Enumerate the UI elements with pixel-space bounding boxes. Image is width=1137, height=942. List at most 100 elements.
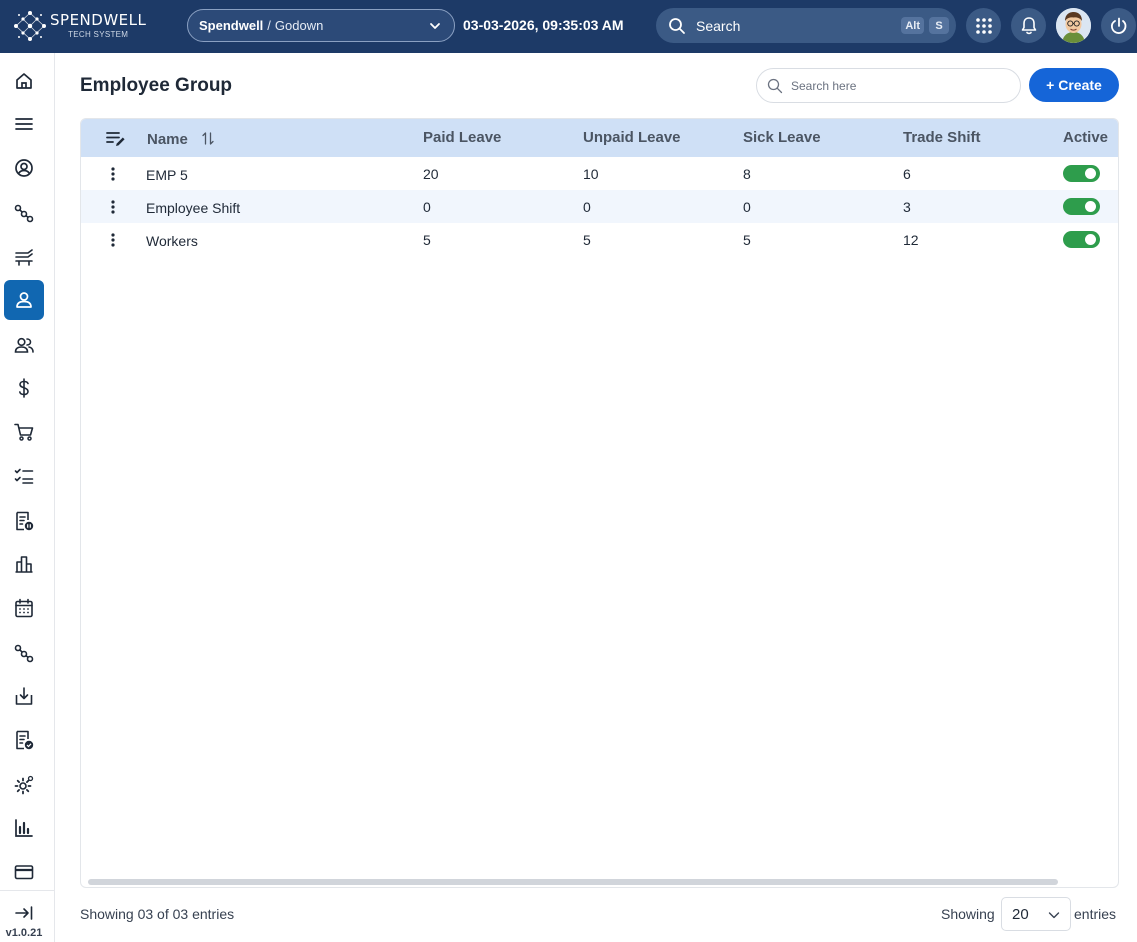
cell-paid-leave: 0 (423, 199, 431, 215)
sidebar-item-home[interactable] (4, 61, 44, 101)
search-icon (767, 78, 783, 93)
apps-grid-icon (975, 17, 992, 34)
column-header-unpaid-leave[interactable]: Unpaid Leave (583, 129, 681, 146)
employee-icon (16, 292, 32, 308)
sidebar-item-organization[interactable] (4, 544, 44, 584)
row-actions-button[interactable] (105, 165, 121, 183)
avatar-image (1056, 8, 1091, 43)
brand-name: SPENDWELL (50, 11, 147, 29)
calendar-icon (15, 598, 33, 618)
cart-icon (14, 423, 34, 441)
global-search-label: Search (696, 17, 741, 34)
sidebar-item-tasks[interactable] (4, 456, 44, 496)
current-datetime: 03-03-2026, 09:35:03 AM (463, 17, 624, 33)
table-header-row: Name Paid Leave Unpaid Leave Sick Leave … (81, 119, 1118, 157)
column-header-name[interactable]: Name (147, 131, 188, 148)
sort-icon[interactable] (202, 132, 214, 145)
row-actions-button[interactable] (105, 198, 121, 216)
credit-card-icon (14, 865, 34, 880)
workflow-icon (14, 204, 34, 223)
sidebar-item-finance[interactable] (4, 368, 44, 408)
sidebar-item-workflow-2[interactable] (4, 633, 44, 673)
cell-paid-leave: 20 (423, 166, 439, 182)
kebab-menu-icon (111, 200, 115, 214)
checklist-icon (14, 468, 34, 484)
sidebar-item-settings[interactable] (4, 765, 44, 805)
active-toggle[interactable] (1063, 165, 1100, 182)
sidebar-item-users[interactable] (4, 325, 44, 365)
cell-unpaid-leave: 0 (583, 199, 591, 215)
active-toggle[interactable] (1063, 198, 1100, 215)
download-icon (15, 687, 33, 705)
sidebar-item-approvals[interactable] (4, 720, 44, 760)
row-actions-button[interactable] (105, 231, 121, 249)
table-row[interactable]: Employee Shift 0 0 0 3 (81, 190, 1118, 223)
edit-columns-icon[interactable] (106, 131, 126, 147)
workflow-icon (14, 644, 34, 663)
company-name: Spendwell (199, 18, 264, 33)
location-name: Godown (274, 18, 324, 33)
brand-tagline: TECH SYSTEM (68, 30, 129, 39)
sidebar-item-workflow[interactable] (4, 193, 44, 233)
sidebar-item-menu[interactable] (4, 104, 44, 144)
create-button[interactable]: + Create (1029, 68, 1119, 102)
sidebar-item-inventory[interactable] (4, 237, 44, 277)
page-size-select[interactable]: 20 (1001, 897, 1071, 931)
sidebar-item-analytics[interactable] (4, 808, 44, 848)
cell-sick-leave: 5 (743, 232, 751, 248)
column-header-paid-leave[interactable]: Paid Leave (423, 129, 501, 146)
cell-trade-shift: 12 (903, 232, 919, 248)
table-row[interactable]: Workers 5 5 5 12 (81, 223, 1118, 256)
column-header-trade-shift[interactable]: Trade Shift (903, 129, 981, 146)
sidebar-item-payments[interactable] (4, 852, 44, 892)
sidebar-divider (0, 890, 55, 891)
chevron-down-icon (430, 23, 440, 29)
company-location-select[interactable]: Spendwell / Godown (187, 9, 455, 42)
page-title: Employee Group (80, 75, 233, 96)
cell-name: Employee Shift (146, 200, 241, 216)
support-icon (15, 159, 33, 177)
top-bar: SPENDWELL TECH SYSTEM Spendwell / Godown… (0, 0, 1137, 53)
home-icon (16, 73, 32, 89)
sidebar-item-import[interactable] (4, 676, 44, 716)
chevron-down-icon (1048, 912, 1060, 919)
kebab-menu-icon (111, 233, 115, 247)
cell-sick-leave: 0 (743, 199, 751, 215)
apps-button[interactable] (966, 8, 1001, 43)
notifications-button[interactable] (1011, 8, 1046, 43)
sidebar: v1.0.21 (0, 53, 55, 942)
logout-button[interactable] (1101, 8, 1136, 43)
toggle-knob (1085, 234, 1096, 245)
app-version: v1.0.21 (5, 927, 43, 939)
entries-summary: Showing 03 of 03 entries (80, 906, 235, 922)
shortcut-key-alt: Alt (901, 17, 924, 34)
sidebar-item-support[interactable] (4, 148, 44, 188)
sidebar-item-employee[interactable] (4, 280, 44, 320)
column-header-sick-leave[interactable]: Sick Leave (743, 129, 821, 146)
cell-name: Workers (146, 233, 198, 249)
bell-icon (1021, 16, 1036, 34)
settings-gear-icon (14, 775, 34, 795)
employee-group-table: Name Paid Leave Unpaid Leave Sick Leave … (80, 118, 1119, 888)
cell-unpaid-leave: 10 (583, 166, 599, 182)
active-toggle[interactable] (1063, 231, 1100, 248)
company-separator: / (267, 18, 271, 33)
table-search[interactable] (756, 68, 1021, 103)
search-icon (669, 17, 685, 34)
column-header-active[interactable]: Active (1063, 129, 1108, 146)
global-search[interactable]: Search Alt S (656, 8, 956, 43)
sidebar-item-calendar[interactable] (4, 588, 44, 628)
brand-logo[interactable]: SPENDWELL TECH SYSTEM (12, 9, 152, 43)
user-avatar[interactable] (1056, 8, 1091, 43)
toggle-knob (1085, 168, 1096, 179)
entries-label: entries (1074, 906, 1117, 922)
sidebar-item-reports[interactable] (4, 501, 44, 541)
horizontal-scrollbar[interactable] (88, 879, 1058, 885)
page-size-value: 20 (1012, 905, 1029, 923)
sidebar-item-purchase[interactable] (4, 412, 44, 452)
cell-paid-leave: 5 (423, 232, 431, 248)
menu-icon (15, 118, 33, 130)
table-row[interactable]: EMP 5 20 10 8 6 (81, 157, 1118, 190)
inventory-icon (15, 249, 33, 266)
search-input[interactable] (791, 78, 991, 93)
